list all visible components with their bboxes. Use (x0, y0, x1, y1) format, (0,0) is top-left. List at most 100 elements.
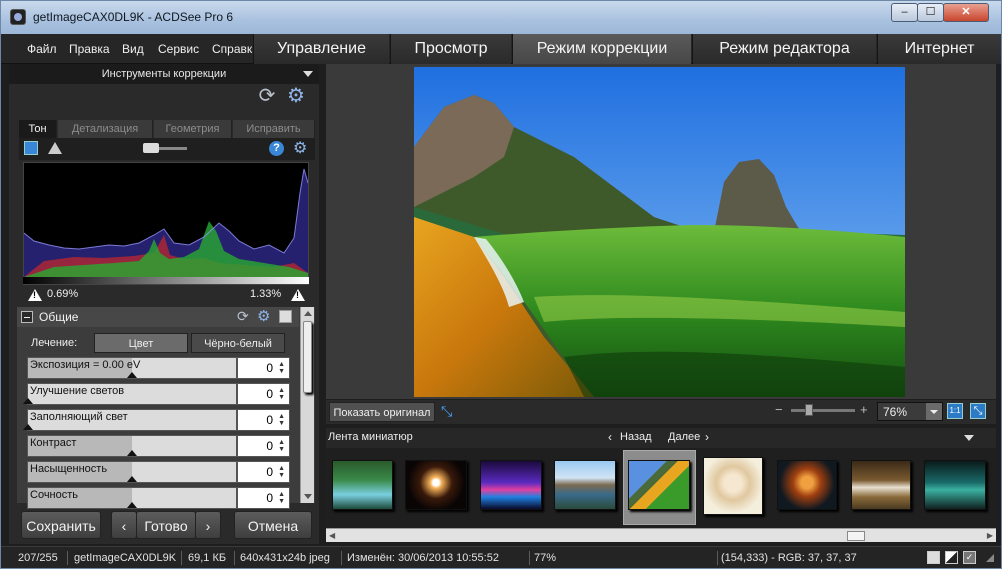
settings-gear-icon[interactable]: ⚙ (285, 85, 307, 107)
subtab-detail[interactable]: Детализация (58, 120, 153, 138)
menu-edit[interactable]: Правка (69, 42, 110, 56)
section-checkbox[interactable] (279, 310, 292, 323)
menu-view[interactable]: Вид (122, 42, 144, 56)
slider-marker[interactable] (23, 424, 33, 430)
histogram-settings-icon[interactable]: ⚙ (293, 138, 307, 158)
panel-header[interactable]: Инструменты коррекции (9, 64, 319, 84)
save-button[interactable]: Сохранить (21, 511, 101, 539)
thumbnail-eclipse[interactable] (405, 460, 467, 510)
thumbnail-wave-beach[interactable] (628, 460, 690, 510)
tone-slider[interactable]: Экспозиция = 0.00 eV (27, 357, 237, 379)
menu-tools[interactable]: Сервис (158, 42, 199, 56)
thumbnail-neon-bridge[interactable] (480, 460, 542, 510)
panel-vertical-scrollbar[interactable] (300, 307, 314, 503)
general-section-header[interactable]: Общие ⟳ ⚙ (17, 307, 299, 327)
show-original-button[interactable]: Показать оригинал (329, 402, 435, 422)
next-chevron-icon[interactable]: › (705, 430, 709, 444)
scroll-right-icon[interactable]: ▶ (987, 531, 993, 540)
filmstrip-scrollbar[interactable]: ◀ ▶ (326, 528, 996, 542)
exposure-warning-icon[interactable] (48, 142, 62, 154)
tone-slider[interactable]: Улучшение светов (23, 383, 237, 405)
slider-marker[interactable] (127, 502, 137, 508)
compare-icon[interactable] (945, 551, 958, 564)
maximize-button[interactable]: ☐ (917, 3, 944, 22)
section-reset-icon[interactable]: ⟳ (237, 308, 249, 325)
spin-arrows-icon[interactable]: ▲ ▼ (278, 413, 285, 427)
scroll-down-icon[interactable] (304, 494, 312, 499)
scroll-left-icon[interactable]: ◀ (329, 531, 335, 540)
highlight-clip-warning-icon[interactable] (291, 289, 305, 301)
minimize-button[interactable]: ‒ (891, 3, 918, 22)
thumbnail-waterfall[interactable] (332, 460, 393, 510)
value-spinbox[interactable]: 0 ▲ ▼ (237, 435, 290, 457)
help-icon[interactable]: ? (269, 141, 284, 156)
zoom-in-button[interactable]: + (860, 402, 868, 417)
view-mode-icon[interactable] (927, 551, 940, 564)
resize-grip-icon[interactable] (986, 554, 994, 562)
thumbnail-mountain-lake[interactable] (554, 460, 616, 510)
checkmark-icon[interactable]: ✓ (963, 551, 976, 564)
section-settings-icon[interactable]: ⚙ (257, 307, 270, 325)
main-photo[interactable] (414, 67, 905, 397)
reset-icon[interactable]: ⟳ (256, 85, 278, 107)
slider-marker[interactable] (127, 450, 137, 456)
fit-image-icon[interactable]: ⤡ (970, 403, 986, 419)
treatment-color-button[interactable]: Цвет (94, 333, 188, 353)
filmstrip-next[interactable]: Далее (668, 431, 700, 443)
prev-image-button[interactable]: ‹ (111, 511, 137, 539)
filmstrip-scroll-thumb[interactable] (847, 531, 865, 541)
zoom-slider-thumb[interactable] (805, 404, 813, 416)
close-button[interactable]: ✕ (943, 3, 989, 22)
value-spinbox[interactable]: 0 ▲ ▼ (237, 461, 290, 483)
spin-arrows-icon[interactable]: ▲ ▼ (278, 439, 285, 453)
shadow-clip-warning-icon[interactable] (28, 289, 42, 301)
actual-size-button[interactable]: 1:1 (947, 403, 963, 419)
toggle-switch[interactable] (143, 143, 187, 153)
tab-manage[interactable]: Управление (253, 34, 389, 64)
zoom-select[interactable]: 76% (877, 402, 943, 421)
scroll-thumb[interactable] (303, 321, 312, 393)
value-spinbox[interactable]: 0 ▲ ▼ (237, 409, 290, 431)
zoom-out-button[interactable]: − (775, 402, 783, 417)
tab-online[interactable]: Интернет (877, 34, 1001, 64)
menu-file[interactable]: Файл (27, 42, 57, 56)
slider-marker[interactable] (127, 372, 137, 378)
panel-menu-arrow-icon[interactable] (303, 71, 313, 77)
scroll-up-icon[interactable] (304, 311, 312, 316)
value-spinbox[interactable]: 0 ▲ ▼ (237, 487, 290, 509)
chevron-down-icon[interactable] (926, 403, 942, 420)
tab-develop[interactable]: Режим коррекции (512, 34, 691, 64)
thumbnail-vintage-car[interactable] (924, 460, 986, 510)
tone-slider[interactable]: Сочность (27, 487, 237, 509)
tone-slider[interactable]: Заполняющий свет (23, 409, 237, 431)
thumbnail-sketch-portrait[interactable] (703, 457, 763, 515)
done-button[interactable]: Готово (136, 511, 196, 539)
spin-arrows-icon[interactable]: ▲ ▼ (278, 465, 285, 479)
tab-edit[interactable]: Режим редактора (692, 34, 876, 64)
tone-slider[interactable]: Контраст (27, 435, 237, 457)
slider-marker[interactable] (127, 476, 137, 482)
value-spinbox[interactable]: 0 ▲ ▼ (237, 357, 290, 379)
fit-screen-icon[interactable]: ⤡ (441, 403, 452, 420)
spin-arrows-icon[interactable]: ▲ ▼ (278, 491, 285, 505)
zoom-slider-track[interactable] (791, 409, 855, 412)
value-spinbox[interactable]: 0 ▲ ▼ (237, 383, 290, 405)
spin-arrows-icon[interactable]: ▲ ▼ (278, 387, 285, 401)
filmstrip-back[interactable]: Назад (620, 431, 652, 443)
subtab-repair[interactable]: Исправить (233, 120, 315, 138)
cancel-button[interactable]: Отмена (234, 511, 312, 539)
slider-marker[interactable] (23, 398, 33, 404)
collapse-icon[interactable] (21, 311, 33, 323)
tone-slider[interactable]: Насыщенность (27, 461, 237, 483)
histogram-icon[interactable] (24, 141, 38, 155)
subtab-tone[interactable]: Тон (19, 120, 57, 138)
treatment-bw-button[interactable]: Чёрно-белый (191, 333, 285, 353)
thumbnail-fire-portrait[interactable] (777, 460, 837, 510)
next-image-button[interactable]: › (195, 511, 221, 539)
thumbnail-white-horses[interactable] (851, 460, 911, 510)
spin-arrows-icon[interactable]: ▲ ▼ (278, 361, 285, 375)
tab-view[interactable]: Просмотр (390, 34, 511, 64)
back-chevron-icon[interactable]: ‹ (608, 430, 612, 444)
subtab-geometry[interactable]: Геометрия (154, 120, 232, 138)
filmstrip-menu-icon[interactable] (964, 435, 974, 441)
